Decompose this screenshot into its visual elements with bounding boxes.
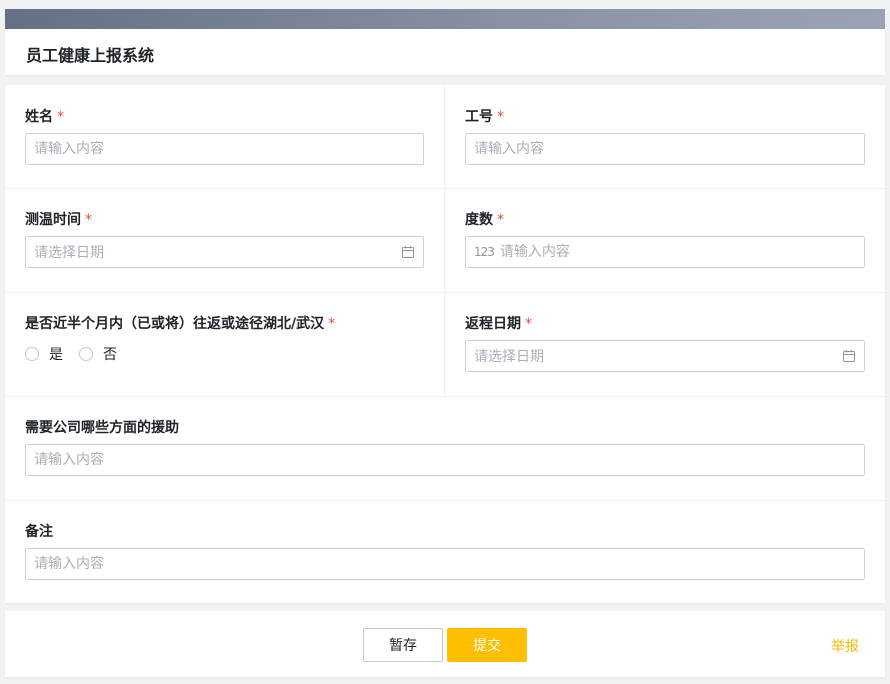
field-label-text: 度数 [465,212,493,228]
radio-label: 是 [49,347,63,363]
form-row: 需要公司哪些方面的援助 [5,396,885,501]
calendar-icon [402,246,414,258]
date-picker-placeholder: 请选择日期 [474,349,544,365]
field-label: 备注 [25,521,53,541]
submit-button[interactable]: 提交 [447,628,527,662]
field-label: 需要公司哪些方面的援助 [25,417,179,437]
action-footer: 暂存 提交 举报 [5,611,885,677]
field-label-text: 需要公司哪些方面的援助 [25,420,179,436]
form-field-name: 姓名 * [5,85,445,188]
required-mark: * [525,316,532,332]
required-mark: * [497,109,504,125]
field-label-text: 测温时间 [25,212,81,228]
form-field-notes: 备注 [5,500,885,603]
radio-option-yes[interactable]: 是 [25,344,63,364]
employee-id-input[interactable] [465,133,865,165]
field-label: 度数 * [465,209,504,229]
required-mark: * [57,109,64,125]
assistance-input[interactable] [25,444,865,476]
notes-input[interactable] [25,548,865,580]
name-input[interactable] [25,133,424,165]
measure-time-date-picker[interactable]: 请选择日期 [25,236,424,268]
number-icon: 123 [474,245,495,259]
header-banner [5,9,885,29]
temperature-number-field[interactable]: 123 [465,236,865,268]
field-label: 测温时间 * [25,209,92,229]
field-label: 工号 * [465,106,504,126]
radio-option-no[interactable]: 否 [79,344,117,364]
field-label: 返程日期 * [465,313,532,333]
field-label-text: 是否近半个月内（已或将）往返或途径湖北/武汉 [25,316,325,332]
field-label-text: 返程日期 [465,316,521,332]
form-field-travel-question: 是否近半个月内（已或将）往返或途径湖北/武汉 * 是 否 [5,292,445,396]
field-label: 是否近半个月内（已或将）往返或途径湖北/武汉 * [25,313,335,333]
required-mark: * [85,212,92,228]
title-card: 员工健康上报系统 [5,29,885,75]
radio-label: 否 [103,347,117,363]
required-mark: * [497,212,504,228]
form-row: 测温时间 * 请选择日期 度数 * 123 [5,188,885,293]
form-field-employee-id: 工号 * [445,85,885,188]
form-row: 备注 [5,500,885,603]
required-mark: * [328,316,336,332]
form-field-measure-time: 测温时间 * 请选择日期 [5,188,445,292]
radio-circle[interactable] [79,347,93,361]
report-link[interactable]: 举报 [831,636,859,656]
field-label: 姓名 * [25,106,64,126]
radio-circle[interactable] [25,347,39,361]
return-date-picker[interactable]: 请选择日期 [465,340,865,372]
health-report-form: 姓名* 工号* 测温时间* 请选择日期 度数* 123 [5,85,885,603]
form-field-assistance: 需要公司哪些方面的援助 [5,396,885,500]
field-label-text: 工号 [465,109,493,125]
field-label-text: 姓名 [25,109,53,125]
save-draft-button[interactable]: 暂存 [363,628,443,662]
form-field-return-date: 返程日期 * 请选择日期 [445,292,885,396]
temperature-input[interactable] [499,238,856,266]
page-title: 员工健康上报系统 [26,46,155,65]
date-picker-placeholder: 请选择日期 [34,245,104,261]
calendar-icon [843,350,855,362]
form-row: 是否近半个月内（已或将）往返或途径湖北/武汉 * 是 否 返程日期 * 请选择日期 [5,292,885,397]
travel-radio-group: 是 否 [25,344,133,364]
field-label-text: 备注 [25,524,53,540]
form-field-temperature: 度数 * 123 [445,188,885,292]
form-row: 姓名* 工号* [5,85,885,189]
